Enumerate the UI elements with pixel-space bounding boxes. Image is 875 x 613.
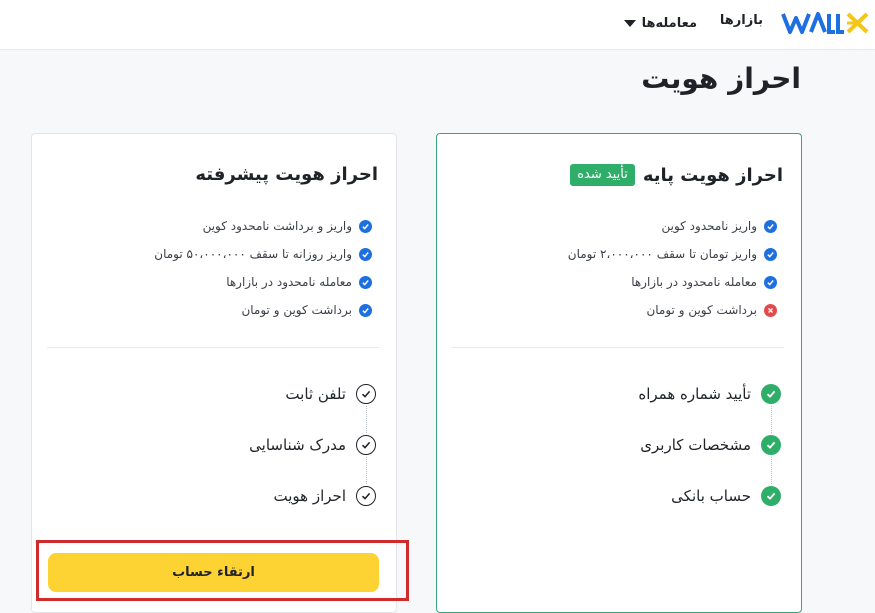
feature-text: معامله نامحدود در بازارها xyxy=(631,275,757,289)
step-connector xyxy=(366,406,367,433)
step-connector xyxy=(771,406,772,433)
caret-down-icon xyxy=(623,19,636,27)
check-circle-icon xyxy=(359,275,372,289)
advanced-feature-list: واریز و برداشت نامحدود کوین واریز روزانه… xyxy=(154,212,372,324)
check-circle-icon xyxy=(359,247,372,261)
verified-badge: تأیید شده xyxy=(570,164,635,186)
step-connector xyxy=(366,457,367,484)
check-circle-filled-icon xyxy=(761,384,781,404)
check-circle-icon xyxy=(764,275,777,289)
step-label: حساب بانکی xyxy=(671,487,751,505)
step-label: احراز هویت xyxy=(273,487,346,505)
feature-item: واریز تومان تا سقف ۲،۰۰۰،۰۰۰ تومان xyxy=(568,240,777,268)
check-circle-outline-icon xyxy=(356,486,376,506)
feature-text: واریز تومان تا سقف ۲،۰۰۰،۰۰۰ تومان xyxy=(567,247,757,261)
check-circle-icon xyxy=(359,219,372,233)
card-divider xyxy=(47,347,379,348)
feature-text: واریز نامحدود کوین xyxy=(661,219,757,233)
nav-trade-dropdown[interactable]: معامله‌ها xyxy=(623,13,697,33)
feature-item: واریز نامحدود کوین xyxy=(568,212,777,240)
upgrade-account-button[interactable]: ارتقاء حساب xyxy=(48,553,379,592)
step-phone-verification: تأیید شماره همراه xyxy=(638,382,781,406)
feature-text: برداشت کوین و تومان xyxy=(646,303,757,317)
step-bank-account: حساب بانکی xyxy=(671,484,781,508)
basic-feature-list: واریز نامحدود کوین واریز تومان تا سقف ۲،… xyxy=(568,212,777,324)
check-circle-filled-icon xyxy=(761,486,781,506)
top-navigation-bar: بازارها معامله‌ها xyxy=(0,0,875,50)
step-user-details: مشخصات کاربری xyxy=(640,433,781,457)
feature-item: برداشت کوین و تومان xyxy=(568,296,777,324)
step-id-document: مدرک شناسایی xyxy=(249,433,376,457)
step-label: تأیید شماره همراه xyxy=(638,385,751,403)
nav-markets[interactable]: بازارها xyxy=(720,13,763,33)
feature-item: واریز روزانه تا سقف ۵۰،۰۰۰،۰۰۰ تومان xyxy=(154,240,372,268)
step-identity-verification: احراز هویت xyxy=(274,484,376,508)
wallex-logo[interactable] xyxy=(781,8,871,38)
feature-text: واریز روزانه تا سقف ۵۰،۰۰۰،۰۰۰ تومان xyxy=(154,247,352,261)
basic-card-title: احراز هویت پایه xyxy=(642,164,783,186)
advanced-card-header: احراز هویت پیشرفته xyxy=(195,164,378,185)
step-label: مدرک شناسایی xyxy=(249,436,346,454)
step-landline: تلفن ثابت xyxy=(285,382,376,406)
check-circle-icon xyxy=(764,219,777,233)
feature-text: معامله نامحدود در بازارها xyxy=(226,275,352,289)
step-label: مشخصات کاربری xyxy=(640,436,751,454)
feature-item: واریز و برداشت نامحدود کوین xyxy=(154,212,372,240)
feature-item: معامله نامحدود در بازارها xyxy=(154,268,372,296)
check-circle-icon xyxy=(764,247,777,261)
check-circle-outline-icon xyxy=(356,384,376,404)
feature-item: برداشت کوین و تومان xyxy=(154,296,372,324)
feature-text: واریز و برداشت نامحدود کوین xyxy=(202,219,352,233)
check-circle-filled-icon xyxy=(761,435,781,455)
feature-item: معامله نامحدود در بازارها xyxy=(568,268,777,296)
basic-verification-card: احراز هویت پایه تأیید شده واریز نامحدود … xyxy=(436,133,802,613)
feature-text: برداشت کوین و تومان xyxy=(241,303,352,317)
cross-circle-icon xyxy=(764,303,777,317)
card-divider xyxy=(452,347,784,348)
nav-trade-label: معامله‌ها xyxy=(641,15,697,31)
step-connector xyxy=(771,457,772,484)
check-circle-outline-icon xyxy=(356,435,376,455)
basic-card-header: احراز هویت پایه تأیید شده xyxy=(570,164,783,186)
advanced-card-title: احراز هویت پیشرفته xyxy=(195,164,378,185)
check-circle-icon xyxy=(359,303,372,317)
step-label: تلفن ثابت xyxy=(285,385,346,403)
page-title: احراز هویت xyxy=(641,62,801,95)
